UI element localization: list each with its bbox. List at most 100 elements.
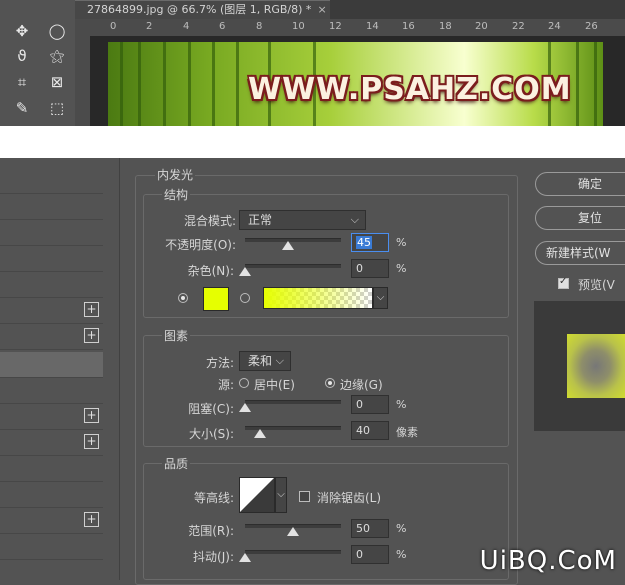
ruler-label: 26 (585, 21, 598, 32)
preview-swatch (567, 334, 625, 398)
add-icon[interactable]: + (84, 408, 99, 423)
add-icon[interactable]: + (84, 328, 99, 343)
noise-label: 杂色(N): (187, 264, 234, 278)
crop-icon[interactable]: ⌗ (10, 71, 34, 93)
separator-gap (0, 126, 625, 158)
jitter-unit: % (396, 548, 407, 561)
style-list-item[interactable] (0, 378, 103, 404)
gradient-preview[interactable] (263, 287, 373, 309)
style-list-item[interactable] (0, 482, 103, 508)
style-list-item[interactable] (0, 246, 103, 272)
magic-wand-icon[interactable]: ⚝ (45, 45, 69, 67)
size-slider-thumb[interactable] (254, 429, 267, 438)
choke-slider[interactable] (239, 400, 341, 412)
style-list-item[interactable] (0, 220, 103, 246)
size-slider[interactable] (245, 426, 341, 438)
range-value: 50 (356, 522, 370, 535)
eyedropper-icon[interactable]: ✎ (10, 97, 34, 119)
style-list-item[interactable]: + (0, 508, 103, 534)
choke-slider-thumb[interactable] (239, 403, 251, 412)
noise-slider-thumb[interactable] (239, 267, 251, 276)
watermark: UiBQ.CoM (479, 546, 617, 576)
range-slider-thumb[interactable] (287, 527, 299, 536)
opacity-unit: % (396, 236, 407, 249)
blend-mode-select[interactable]: 正常 ⌵ (239, 210, 366, 230)
size-label: 大小(S): (188, 427, 234, 441)
ok-button[interactable]: 确定 (535, 172, 625, 196)
panel-divider (119, 158, 120, 580)
solid-color-radio[interactable] (178, 293, 188, 303)
chevron-down-icon: ⌵ (275, 354, 284, 367)
ruler-label: 24 (548, 21, 561, 32)
range-input[interactable]: 50 (351, 519, 389, 538)
source-center-radio[interactable] (239, 378, 249, 388)
chevron-down-icon: ⌵ (350, 213, 359, 226)
close-icon[interactable]: × (317, 3, 326, 16)
tab-strip (330, 0, 625, 19)
opacity-slider[interactable] (245, 238, 341, 250)
lasso-icon[interactable]: ϑ (10, 45, 34, 67)
preview-label: 预览(V (578, 278, 615, 292)
dotted-rect-icon[interactable]: ⬚ (45, 97, 69, 119)
blend-mode-value: 正常 (248, 213, 273, 227)
style-list-item[interactable] (0, 534, 103, 560)
size-unit: 像素 (396, 426, 418, 439)
preview-checkbox[interactable] (558, 276, 569, 289)
new-style-button[interactable]: 新建样式(W (535, 241, 625, 265)
ruler-label: 16 (402, 21, 415, 32)
ruler-label: 14 (366, 21, 379, 32)
opacity-value: 45 (356, 236, 372, 249)
style-list-item[interactable] (0, 168, 103, 194)
ruler-label: 4 (183, 21, 190, 32)
gradient-radio[interactable] (240, 293, 250, 303)
source-label: 源: (217, 378, 234, 392)
frame-icon[interactable]: ⊠ (45, 71, 69, 93)
style-list-item[interactable]: + (0, 430, 103, 456)
jitter-label: 抖动(J): (193, 550, 234, 564)
document-tab[interactable]: 27864899.jpg @ 66.7% (图层 1, RGB/8) * × (75, 0, 330, 19)
range-slider[interactable] (245, 524, 341, 536)
add-icon[interactable]: + (84, 512, 99, 527)
glow-color-swatch[interactable] (203, 287, 229, 311)
jitter-slider[interactable] (239, 550, 341, 562)
gradient-dropdown-icon[interactable]: ⌵ (373, 287, 388, 309)
add-icon[interactable]: + (84, 434, 99, 449)
size-input[interactable]: 40 (351, 421, 389, 440)
noise-input[interactable]: 0 (351, 259, 389, 278)
source-edge-radio[interactable] (325, 378, 335, 388)
contour-dropdown-icon[interactable]: ⌵ (275, 477, 287, 513)
banner-text: WWW.PSAHZ.COM (248, 72, 572, 107)
style-list-item[interactable] (0, 456, 103, 482)
document-image[interactable]: WWW.PSAHZ.COM (108, 42, 603, 126)
quality-title: 品质 (162, 455, 191, 472)
style-list-item[interactable]: + (0, 324, 103, 350)
choke-unit: % (396, 398, 407, 411)
document-tab-title: 27864899.jpg @ 66.7% (图层 1, RGB/8) * (87, 3, 312, 16)
method-select[interactable]: 柔和 ⌵ (239, 351, 291, 371)
antialias-checkbox[interactable] (299, 491, 310, 502)
opacity-input[interactable]: 45 (351, 233, 389, 252)
style-list-item[interactable] (0, 194, 103, 220)
choke-label: 阻塞(C): (188, 402, 234, 416)
ellipse-marquee-icon[interactable]: ◯ (45, 20, 69, 42)
size-value: 40 (356, 424, 370, 437)
choke-value: 0 (356, 398, 363, 411)
choke-input[interactable]: 0 (351, 395, 389, 414)
source-edge-label: 边缘(G) (340, 378, 383, 392)
opacity-label: 不透明度(O): (165, 238, 236, 252)
style-list-item[interactable] (0, 272, 103, 298)
jitter-input[interactable]: 0 (351, 545, 389, 564)
opacity-slider-thumb[interactable] (282, 241, 295, 250)
move-icon[interactable]: ✥ (10, 20, 34, 42)
style-preview (534, 301, 625, 431)
reset-button[interactable]: 复位 (535, 206, 625, 230)
style-list-item[interactable]: + (0, 298, 103, 324)
noise-value: 0 (356, 262, 363, 275)
jitter-slider-thumb[interactable] (239, 553, 251, 562)
noise-slider[interactable] (239, 264, 341, 276)
style-list-item[interactable]: + (0, 404, 103, 430)
add-icon[interactable]: + (84, 302, 99, 317)
ruler-label: 22 (512, 21, 525, 32)
contour-preview[interactable] (239, 477, 275, 513)
style-list-item-selected[interactable] (0, 352, 103, 378)
